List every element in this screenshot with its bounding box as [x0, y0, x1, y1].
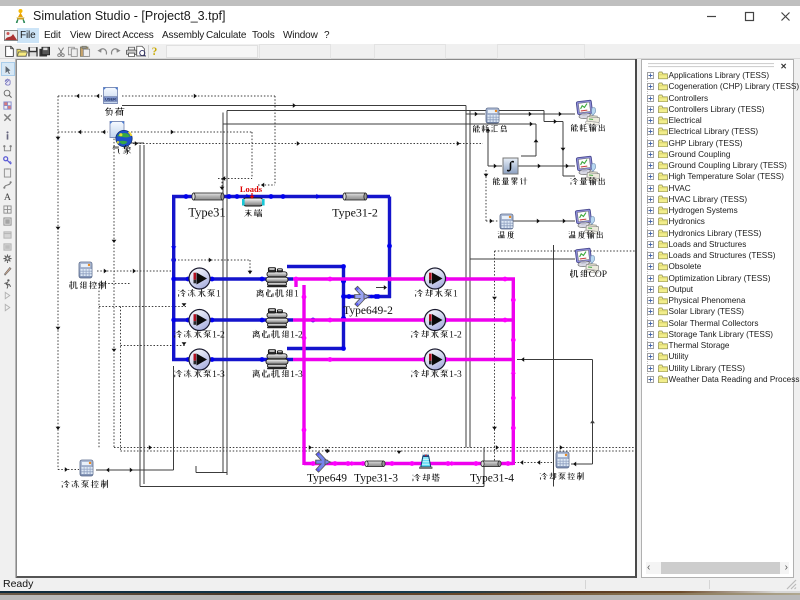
svg-text:1: 1: [216, 290, 221, 300]
svg-text:1-2: 1-2: [290, 331, 303, 341]
svg-text:USER: USER: [105, 96, 116, 101]
svg-text:1-3: 1-3: [449, 370, 462, 380]
svg-text:Type31-4: Type31-4: [470, 473, 514, 485]
svg-text:Type649: Type649: [307, 473, 347, 485]
svg-text:COP: COP: [589, 270, 607, 280]
svg-text:Type31-3: Type31-3: [354, 473, 398, 485]
svg-text:Type31-2: Type31-2: [332, 206, 378, 220]
svg-text:Loads: Loads: [240, 184, 263, 194]
svg-text:A: A: [4, 192, 12, 202]
svg-text:Type649-2: Type649-2: [343, 305, 393, 317]
svg-text:1: 1: [453, 290, 458, 300]
svg-text:1-3: 1-3: [212, 370, 225, 380]
svg-text:1: 1: [294, 290, 299, 300]
svg-text:?: ?: [152, 46, 158, 57]
svg-text:1-2: 1-2: [212, 331, 225, 341]
svg-text:Type31: Type31: [188, 206, 225, 220]
svg-text:1-3: 1-3: [290, 370, 303, 380]
svg-text:1-2: 1-2: [449, 331, 462, 341]
